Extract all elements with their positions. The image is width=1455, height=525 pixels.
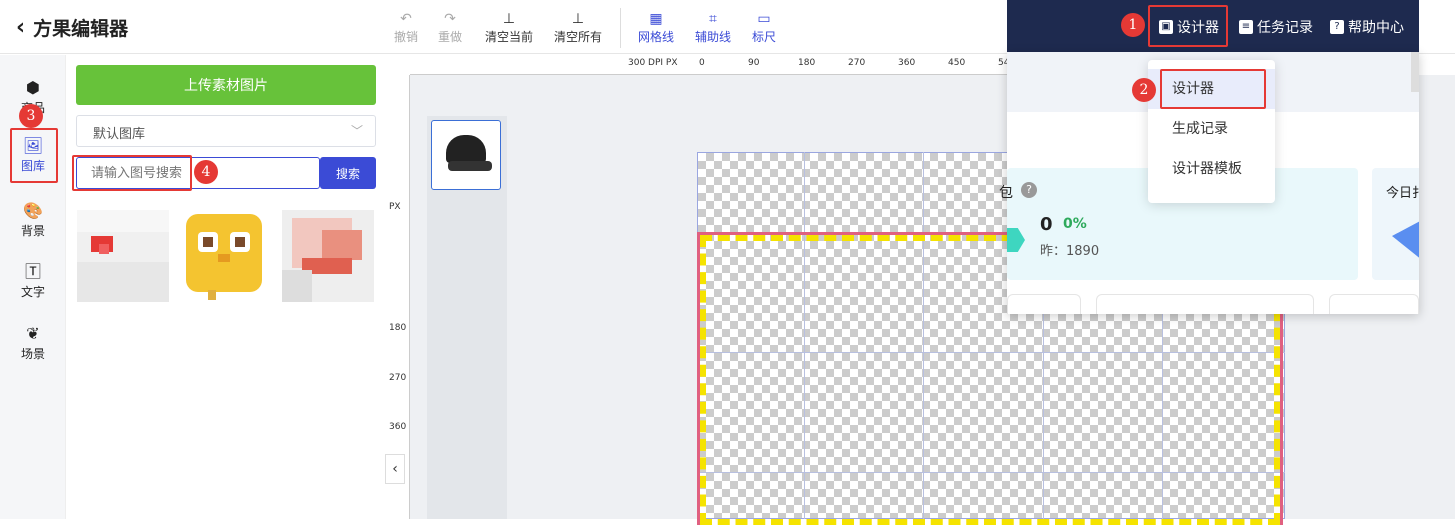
ruler-label: 标尺: [751, 30, 776, 44]
redo-label: 重做: [437, 30, 462, 44]
ruler-tick: 450: [948, 58, 966, 68]
list-icon: ≡: [1239, 20, 1253, 34]
toolbar-divider: [620, 8, 621, 48]
annotation-box: [72, 155, 192, 191]
redo-icon: ↷: [444, 11, 456, 27]
stat-card: 今日扌: [1372, 168, 1419, 280]
palette-icon: 🎨: [23, 201, 43, 220]
help-icon: ?: [1330, 20, 1344, 34]
gallery-panel: 上传素材图片 默认图库 ﹀ 搜索: [66, 55, 386, 519]
menu-item-designer-templates[interactable]: 设计器模板: [1148, 149, 1275, 189]
undo-button[interactable]: ↶ 撤销: [392, 10, 420, 45]
guides-label: 辅助线: [694, 30, 731, 44]
annotation-badge: 3: [19, 104, 43, 128]
annotation-badge: 4: [194, 160, 218, 184]
gallery-thumbnail[interactable]: [282, 210, 374, 302]
gridlines-button[interactable]: ▦ 网格线: [636, 10, 676, 45]
leaf-icon: ❦: [26, 324, 40, 343]
ruler-tick: 0: [699, 58, 705, 68]
page-title: ‹ 方果编辑器: [16, 14, 128, 41]
editor-title: 方果编辑器: [33, 18, 129, 40]
nav-help-label: 帮助中心: [1348, 20, 1404, 36]
nav-item-scene[interactable]: ❦ 场景: [0, 323, 66, 362]
annotation-badge: 1: [1121, 13, 1145, 37]
ruler-icon: ▭: [757, 11, 771, 27]
clear-all-label: 清空所有: [553, 30, 602, 44]
ruler-tick: 360: [389, 422, 407, 432]
clear-current-label: 清空当前: [484, 30, 533, 44]
stat-yesterday: 昨：1890: [1040, 244, 1100, 259]
nav-tasks-link[interactable]: ≡ 任务记录: [1239, 17, 1313, 37]
annotation-box: [10, 128, 58, 183]
gallery-thumbnail[interactable]: [178, 210, 270, 302]
nav-item-background[interactable]: 🎨 背景: [0, 200, 66, 239]
guides-button[interactable]: ⌗ 辅助线: [693, 10, 733, 45]
chevron-down-icon: ﹀: [350, 124, 363, 138]
search-button[interactable]: 搜索: [320, 157, 376, 189]
dashboard-card: [1007, 294, 1081, 314]
redo-button[interactable]: ↷ 重做: [436, 10, 464, 45]
menu-item-generation-records[interactable]: 生成记录: [1148, 109, 1275, 149]
undo-icon: ↶: [400, 11, 412, 27]
library-select-value: 默认图库: [93, 127, 146, 142]
library-select[interactable]: 默认图库 ﹀: [76, 115, 376, 147]
annotation-badge: 2: [1132, 78, 1156, 102]
back-arrow-icon[interactable]: ‹: [16, 16, 25, 39]
ruler-button[interactable]: ▭ 标尺: [750, 10, 778, 45]
ruler-tick: 270: [848, 58, 866, 68]
left-ruler: PX 180 270 360: [386, 75, 410, 519]
ruler-tick: 180: [798, 58, 816, 68]
nav-item-text[interactable]: 🅃 文字: [0, 261, 66, 300]
chart-icon: [1392, 220, 1419, 260]
ruler-tick: 360: [898, 58, 916, 68]
top-ruler: 300 DPI PX 0 90 180 270 360 450 54: [410, 55, 1009, 75]
clear-all-button[interactable]: ⊥ 清空所有: [551, 10, 605, 45]
annotation-box: [1160, 69, 1266, 109]
gridlines-label: 网格线: [637, 30, 674, 44]
grid-icon: ▦: [649, 11, 663, 27]
upload-image-button[interactable]: 上传素材图片: [76, 65, 376, 105]
nav-label: 文字: [20, 285, 45, 299]
stat-label: 包: [999, 185, 1013, 201]
collapse-panel-button[interactable]: ‹: [385, 454, 405, 484]
broom-icon: ⊥: [571, 11, 585, 27]
help-icon[interactable]: ?: [1021, 182, 1037, 198]
nav-tasks-label: 任务记录: [1257, 20, 1313, 36]
dashboard-card: [1096, 294, 1314, 314]
ruler-tick: 180: [389, 323, 407, 333]
ruler-tick: 90: [748, 58, 760, 68]
nav-help-link[interactable]: ? 帮助中心: [1330, 17, 1404, 37]
stat-label: 今日扌: [1386, 186, 1419, 201]
arrow-icon: [1007, 228, 1025, 252]
ruler-dpi-label: 300 DPI PX: [628, 58, 678, 68]
dashboard-card: [1329, 294, 1419, 314]
clear-current-button[interactable]: ⊥ 清空当前: [482, 10, 536, 45]
chevron-left-icon: ‹: [392, 461, 398, 477]
nav-label: 背景: [20, 224, 45, 238]
text-icon: 🅃: [24, 262, 41, 281]
ruler-unit-label: PX: [389, 202, 401, 212]
gallery-thumbnail[interactable]: [77, 210, 169, 302]
scrollbar[interactable]: [1411, 52, 1419, 92]
ruler-tick: 270: [389, 373, 407, 383]
annotation-box: [1148, 5, 1228, 47]
undo-label: 撤销: [393, 30, 418, 44]
box-icon: ⬢: [26, 78, 40, 97]
nav-label: 场景: [20, 347, 45, 361]
stat-value: 0: [1040, 214, 1053, 235]
stat-percent: 0%: [1063, 216, 1087, 232]
broom-icon: ⊥: [502, 11, 516, 27]
guides-icon: ⌗: [709, 11, 717, 27]
product-thumbnail-cap[interactable]: [431, 120, 501, 190]
